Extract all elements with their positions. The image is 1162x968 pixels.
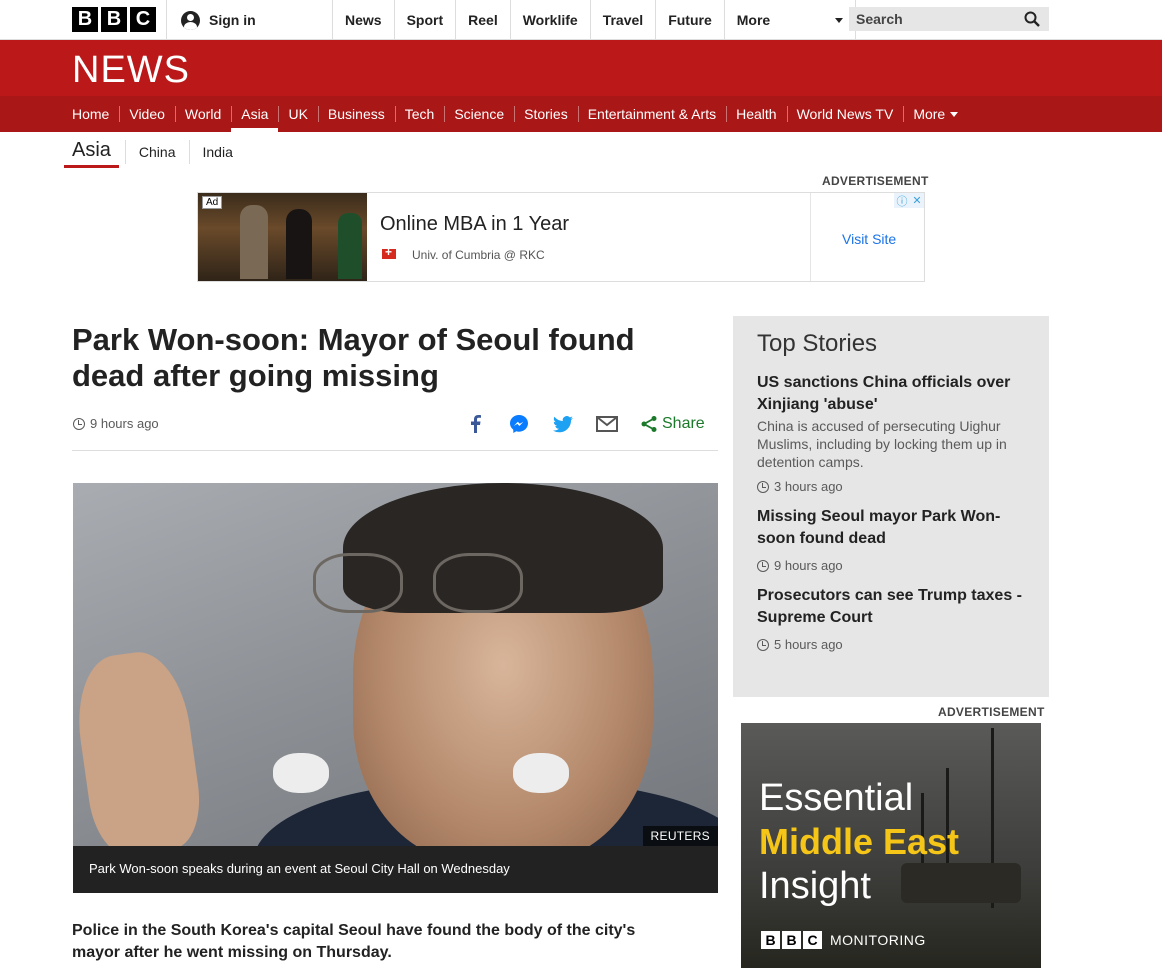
clock-icon xyxy=(757,480,769,493)
monitoring-label: MONITORING xyxy=(830,932,926,948)
bbc-logo-letter: B xyxy=(761,931,780,949)
top-story-time-label: 3 hours ago xyxy=(774,479,843,494)
share-button[interactable]: Share xyxy=(640,415,705,433)
swiss-flag-icon xyxy=(382,245,396,259)
chevron-down-icon xyxy=(950,111,959,117)
top-story-summary: China is accused of persecuting Uighur M… xyxy=(757,418,1007,470)
nav-asia[interactable]: Asia xyxy=(231,96,279,132)
top-story-item: Missing Seoul mayor Park Won-soon found … xyxy=(757,506,1025,573)
share-label: Share xyxy=(662,415,705,432)
bbc-logo[interactable]: B B C xyxy=(72,7,156,32)
ad-advertiser: Univ. of Cumbria @ RKC xyxy=(412,248,545,262)
top-story-time: 9 hours ago xyxy=(757,558,1025,573)
top-nav-future[interactable]: Future xyxy=(655,0,724,40)
nav-tech[interactable]: Tech xyxy=(394,96,445,132)
news-logo[interactable]: NEWS xyxy=(72,49,190,92)
nav-business[interactable]: Business xyxy=(317,96,395,132)
top-nav-more-label: More xyxy=(736,12,771,28)
top-story-time: 5 hours ago xyxy=(757,637,1025,652)
clock-icon xyxy=(757,638,769,651)
bbc-logo-letter: B xyxy=(782,931,801,949)
top-nav-reel[interactable]: Reel xyxy=(455,0,510,40)
ad-divider xyxy=(810,193,811,281)
news-banner: NEWS xyxy=(0,40,1162,96)
chevron-down-icon xyxy=(834,17,843,23)
top-nav-sport[interactable]: Sport xyxy=(393,0,456,40)
top-stories-panel: Top Stories US sanctions China officials… xyxy=(733,316,1049,697)
image-caption: Park Won-soon speaks during an event at … xyxy=(73,846,718,893)
visit-site-link[interactable]: Visit Site xyxy=(842,231,896,247)
top-story-item: US sanctions China officials over Xinjia… xyxy=(757,372,1025,494)
nav-uk[interactable]: UK xyxy=(278,96,317,132)
nav-world-news-tv[interactable]: World News TV xyxy=(786,96,904,132)
share-tools: Share xyxy=(464,412,705,436)
nav-home[interactable]: Home xyxy=(62,96,119,132)
side-ad-line1: Essential xyxy=(759,777,914,819)
nav-world[interactable]: World xyxy=(174,96,231,132)
article-headline: Park Won-soon: Mayor of Seoul found dead… xyxy=(72,322,635,393)
nav-more[interactable]: More xyxy=(903,96,968,132)
twitter-icon[interactable] xyxy=(552,413,574,435)
bbc-masthead: B B C Sign in News Sport Reel Worklife T… xyxy=(0,0,1162,40)
advertisement-label: ADVERTISEMENT xyxy=(822,174,929,188)
nav-health[interactable]: Health xyxy=(726,96,786,132)
side-ad-line2: Middle East xyxy=(759,821,960,862)
top-story-headline[interactable]: US sanctions China officials over Xinjia… xyxy=(757,372,1025,416)
search-label: Search xyxy=(856,11,903,27)
top-story-headline[interactable]: Prosecutors can see Trump taxes - Suprem… xyxy=(757,585,1025,629)
advertisement-label: ADVERTISEMENT xyxy=(938,705,1045,719)
side-ad-line3: Insight xyxy=(759,865,871,907)
top-story-time: 3 hours ago xyxy=(757,479,1025,494)
user-icon xyxy=(181,10,200,30)
top-stories-title: Top Stories xyxy=(757,330,878,357)
ad-tag: Ad xyxy=(202,196,223,209)
search-icon[interactable] xyxy=(1024,11,1040,27)
nav-video[interactable]: Video xyxy=(119,96,175,132)
sign-in-button[interactable]: Sign in xyxy=(166,0,332,40)
top-nav: News Sport Reel Worklife Travel Future M… xyxy=(332,0,856,40)
facebook-icon[interactable] xyxy=(464,413,486,435)
ad-banner[interactable]: Ad Online MBA in 1 Year Univ. of Cumbria… xyxy=(197,192,925,282)
top-nav-news[interactable]: News xyxy=(332,0,394,40)
adchoices-icon[interactable]: ⓘ ✕ xyxy=(894,193,924,208)
subnav-asia[interactable]: Asia xyxy=(64,136,119,168)
nav-entertainment-arts[interactable]: Entertainment & Arts xyxy=(577,96,726,132)
side-ad[interactable]: Essential Middle East Insight B B C MONI… xyxy=(741,723,1041,968)
ad-image[interactable]: Ad xyxy=(198,193,367,281)
top-nav-worklife[interactable]: Worklife xyxy=(509,0,590,40)
top-story-item: Prosecutors can see Trump taxes - Suprem… xyxy=(757,585,1025,652)
top-nav-travel[interactable]: Travel xyxy=(589,0,655,40)
section-nav: Home Video World Asia UK Business Tech S… xyxy=(0,96,1162,132)
bbc-logo-letter: C xyxy=(803,931,822,949)
article-intro: Police in the South Korea's capital Seou… xyxy=(72,922,636,961)
nav-stories[interactable]: Stories xyxy=(514,96,578,132)
article-time-label: 9 hours ago xyxy=(90,416,159,431)
top-nav-more[interactable]: More xyxy=(723,0,856,40)
sub-nav: Asia China India xyxy=(64,136,246,168)
article-image: REUTERS Park Won-soon speaks during an e… xyxy=(73,483,718,893)
ad-title[interactable]: Online MBA in 1 Year xyxy=(380,213,569,236)
top-story-time-label: 9 hours ago xyxy=(774,558,843,573)
article-timestamp: 9 hours ago xyxy=(73,416,159,431)
sign-in-label: Sign in xyxy=(209,12,256,28)
image-credit: REUTERS xyxy=(642,826,718,846)
subnav-china[interactable]: China xyxy=(124,140,189,164)
clock-icon xyxy=(757,559,769,572)
bbc-logo-letter: B xyxy=(72,7,98,32)
messenger-icon[interactable] xyxy=(508,413,530,435)
bbc-logo-letter: B xyxy=(101,7,127,32)
share-icon xyxy=(641,416,657,432)
nav-science[interactable]: Science xyxy=(444,96,514,132)
top-story-headline[interactable]: Missing Seoul mayor Park Won-soon found … xyxy=(757,506,1025,550)
divider xyxy=(72,450,718,451)
nav-more-label: More xyxy=(913,106,946,122)
top-story-time-label: 5 hours ago xyxy=(774,637,843,652)
email-icon[interactable] xyxy=(596,413,618,435)
subnav-india[interactable]: India xyxy=(188,140,246,164)
search-input[interactable]: Search xyxy=(849,7,1049,31)
bbc-monitoring-logo: B B C MONITORING xyxy=(761,931,926,949)
clock-icon xyxy=(73,417,85,430)
bbc-logo-letter: C xyxy=(130,7,156,32)
